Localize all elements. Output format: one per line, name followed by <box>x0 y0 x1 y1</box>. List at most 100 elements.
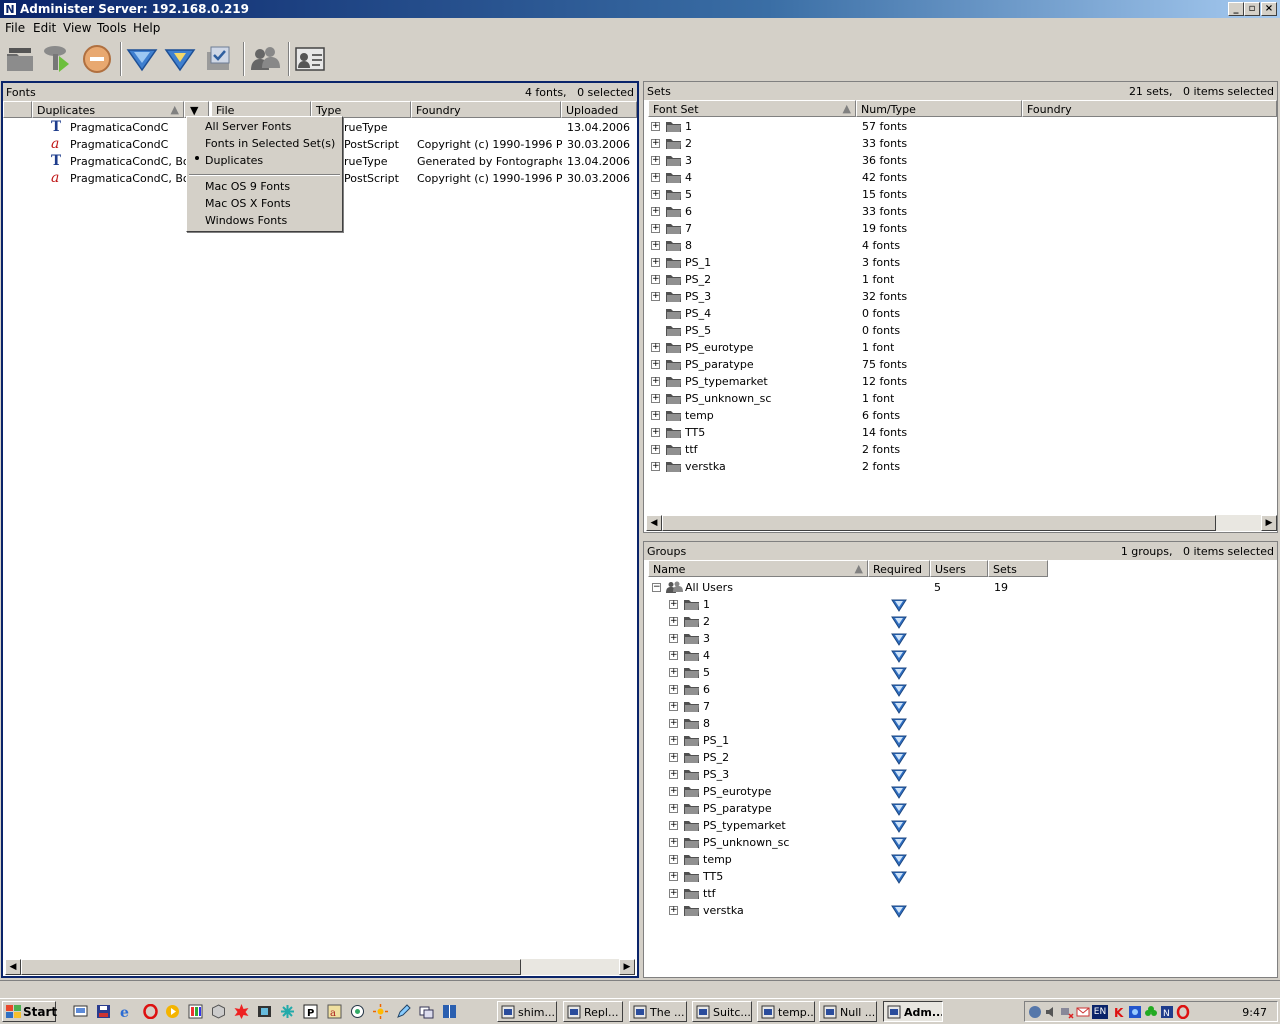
expand-toggle[interactable]: + <box>669 787 678 796</box>
group-set-row[interactable]: +1 <box>644 596 1274 613</box>
menu-item-mac-os-x-fonts[interactable]: Mac OS X Fonts <box>205 197 291 210</box>
network-icon[interactable] <box>350 1004 365 1019</box>
expand-toggle[interactable]: + <box>669 906 678 915</box>
set-row[interactable]: +5 15 fonts <box>644 186 1274 203</box>
k-tray-icon[interactable]: K <box>1112 1005 1126 1019</box>
group-set-row[interactable]: +4 <box>644 647 1274 664</box>
group-set-row[interactable]: + PS_3 <box>644 766 1274 783</box>
title-bar[interactable]: N Administer Server: 192.168.0.219 _ ▫ × <box>0 0 1280 18</box>
expand-toggle[interactable]: + <box>669 685 678 694</box>
save-disk-icon[interactable] <box>96 1004 111 1019</box>
paint-icon[interactable] <box>188 1004 203 1019</box>
menu-item-all-server-fonts[interactable]: All Server Fonts <box>205 120 291 133</box>
expand-toggle[interactable]: + <box>651 411 660 420</box>
expand-toggle[interactable]: + <box>669 617 678 626</box>
column-header-sets[interactable]: Sets <box>988 560 1048 577</box>
menu-tools[interactable]: Tools <box>97 21 127 35</box>
book-icon[interactable] <box>442 1004 457 1019</box>
expand-toggle[interactable]: + <box>669 736 678 745</box>
profile-card-icon[interactable] <box>293 42 327 76</box>
expand-toggle[interactable]: + <box>651 462 660 471</box>
expand-toggle[interactable]: + <box>651 343 660 352</box>
fonts-horizontal-scrollbar[interactable]: ◀ ▶ <box>5 959 635 975</box>
column-header-uploaded[interactable]: Uploaded <box>561 101 637 118</box>
opera-icon[interactable] <box>143 1004 158 1019</box>
activate-icon[interactable] <box>163 42 197 76</box>
column-header-required[interactable]: Required <box>868 560 930 577</box>
set-row[interactable]: + PS_typemarket 12 fonts <box>644 373 1274 390</box>
set-row[interactable]: + PS_1 3 fonts <box>644 254 1274 271</box>
set-row[interactable]: +1 57 fonts <box>644 118 1274 135</box>
set-row[interactable]: +6 33 fonts <box>644 203 1274 220</box>
scroll-thumb[interactable] <box>662 515 1216 531</box>
fonts-app-icon[interactable]: a <box>327 1004 342 1019</box>
menu-file[interactable]: File <box>5 21 25 35</box>
expand-toggle[interactable]: + <box>651 360 660 369</box>
taskbar-button[interactable]: temp... <box>757 1001 815 1022</box>
menu-view[interactable]: View <box>63 21 91 35</box>
expand-toggle[interactable]: + <box>651 173 660 182</box>
group-set-row[interactable]: +8 <box>644 715 1274 732</box>
group-set-row[interactable]: + PS_unknown_sc <box>644 834 1274 851</box>
expand-toggle[interactable]: + <box>669 872 678 881</box>
set-row[interactable]: + verstka 2 fonts <box>644 458 1274 475</box>
menu-item-windows-fonts[interactable]: Windows Fonts <box>205 214 287 227</box>
start-button[interactable]: Start <box>2 1001 57 1022</box>
volume-icon[interactable] <box>1044 1005 1058 1019</box>
expand-toggle[interactable]: + <box>669 821 678 830</box>
expand-toggle[interactable]: + <box>651 156 660 165</box>
p-app-icon[interactable]: P <box>303 1004 318 1019</box>
connection-icon[interactable] <box>1060 1005 1074 1019</box>
set-row[interactable]: +8 4 fonts <box>644 237 1274 254</box>
group-set-row[interactable]: +2 <box>644 613 1274 630</box>
menu-item-mac-os-9-fonts[interactable]: Mac OS 9 Fonts <box>205 180 290 193</box>
group-set-row[interactable]: + PS_2 <box>644 749 1274 766</box>
expand-toggle[interactable]: + <box>669 668 678 677</box>
open-folder-icon[interactable] <box>3 42 37 76</box>
menu-item-fonts-in-selected-sets[interactable]: Fonts in Selected Set(s) <box>205 137 335 150</box>
set-row[interactable]: +4 42 fonts <box>644 169 1274 186</box>
menu-item-duplicates[interactable]: Duplicates <box>205 154 263 167</box>
expand-toggle[interactable]: + <box>651 207 660 216</box>
burst-icon[interactable] <box>234 1004 249 1019</box>
scroll-right-button[interactable]: ▶ <box>1261 515 1277 531</box>
admin-tray-icon[interactable]: N <box>1160 1005 1174 1019</box>
users-icon[interactable] <box>248 42 282 76</box>
expand-toggle[interactable]: + <box>669 719 678 728</box>
column-header-foundry[interactable]: Foundry <box>1022 100 1277 117</box>
expand-toggle[interactable]: + <box>669 753 678 762</box>
expand-toggle[interactable]: + <box>651 292 660 301</box>
expand-toggle[interactable]: + <box>651 122 660 131</box>
group-row-all-users[interactable]: − All Users 5 19 <box>644 579 1274 596</box>
sets-horizontal-scrollbar[interactable]: ◀ ▶ <box>646 515 1277 531</box>
snowflake-icon[interactable] <box>280 1004 295 1019</box>
group-set-row[interactable]: + verstka <box>644 902 1274 919</box>
restore-button[interactable]: ▫ <box>1244 2 1260 16</box>
media-player-icon[interactable] <box>165 1004 180 1019</box>
set-row[interactable]: +3 36 fonts <box>644 152 1274 169</box>
set-row[interactable]: + ttf 2 fonts <box>644 441 1274 458</box>
set-row[interactable]: +7 19 fonts <box>644 220 1274 237</box>
taskbar-button[interactable]: The ... <box>629 1001 687 1022</box>
expand-toggle[interactable]: + <box>669 634 678 643</box>
network-tray-icon[interactable] <box>1028 1005 1042 1019</box>
expand-toggle[interactable]: + <box>651 377 660 386</box>
language-indicator[interactable]: EN <box>1092 1005 1108 1019</box>
expand-toggle[interactable]: + <box>651 241 660 250</box>
taskbar-button[interactable]: Suitc... <box>692 1001 752 1022</box>
group-set-row[interactable]: + ttf <box>644 885 1274 902</box>
set-row[interactable]: +2 33 fonts <box>644 135 1274 152</box>
group-set-row[interactable]: + PS_eurotype <box>644 783 1274 800</box>
collapse-toggle[interactable]: − <box>652 583 661 592</box>
set-row[interactable]: + PS_2 1 font <box>644 271 1274 288</box>
column-header-foundry[interactable]: Foundry <box>411 101 561 118</box>
expand-toggle[interactable]: + <box>669 651 678 660</box>
set-row[interactable]: PS_5 0 fonts <box>644 322 1274 339</box>
scroll-right-button[interactable]: ▶ <box>619 959 635 975</box>
internet-explorer-icon[interactable]: e <box>119 1004 134 1019</box>
group-set-row[interactable]: +7 <box>644 698 1274 715</box>
group-set-row[interactable]: + PS_1 <box>644 732 1274 749</box>
group-set-row[interactable]: +5 <box>644 664 1274 681</box>
expand-toggle[interactable]: + <box>669 804 678 813</box>
mail-icon[interactable] <box>1076 1005 1090 1019</box>
